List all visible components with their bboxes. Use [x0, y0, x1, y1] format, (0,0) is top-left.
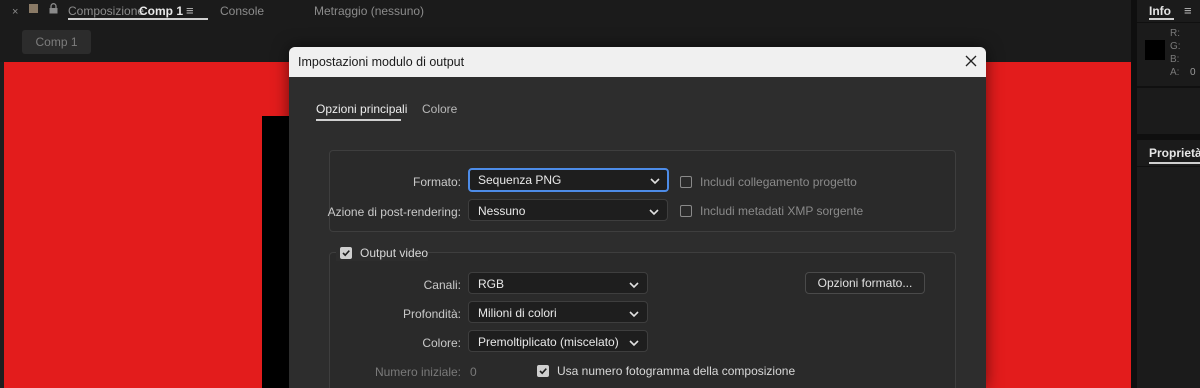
include-project-link-label: Includi collegamento progetto	[700, 175, 857, 189]
include-project-link-checkbox[interactable]	[680, 176, 692, 188]
info-channel-r: R:	[1170, 28, 1180, 39]
depth-value: Milioni di colori	[478, 306, 557, 320]
video-output-label: Output video	[360, 246, 429, 260]
close-panel-icon[interactable]: ×	[12, 6, 18, 18]
channels-value: RGB	[478, 277, 505, 291]
channels-select[interactable]: RGB	[468, 272, 648, 294]
include-xmp-metadata-label: Includi metadati XMP sorgente	[700, 204, 864, 218]
post-render-action-value: Nessuno	[478, 204, 526, 218]
info-menu-icon[interactable]: ≡	[1184, 3, 1192, 18]
lock-icon[interactable]	[49, 3, 58, 14]
format-options-button[interactable]: Opzioni formato...	[805, 272, 925, 294]
post-render-action-label: Azione di post-rendering:	[327, 205, 461, 219]
video-output-checkbox[interactable]	[340, 247, 352, 259]
checkmark-icon	[539, 368, 547, 375]
tab-metraggio[interactable]: Metraggio (nessuno)	[314, 4, 424, 18]
dialog-body: Opzioni principali Colore Formato: Seque…	[289, 77, 986, 388]
composition-tab-title[interactable]: Composizione	[68, 4, 144, 18]
include-xmp-metadata-checkbox[interactable]	[680, 205, 692, 217]
composition-swatch-icon	[29, 4, 38, 13]
format-select[interactable]: Sequenza PNG	[468, 168, 669, 192]
info-panel-title[interactable]: Info	[1149, 4, 1171, 18]
output-module-settings-dialog: Impostazioni modulo di output Opzioni pr…	[289, 47, 986, 388]
panel-splitter[interactable]	[1137, 134, 1200, 140]
format-label: Formato:	[412, 175, 461, 189]
active-tab-indicator	[316, 119, 401, 121]
comp-breadcrumb-chip[interactable]: Comp 1	[22, 30, 91, 54]
dialog-titlebar[interactable]: Impostazioni modulo di output	[289, 47, 986, 77]
properties-panel-title[interactable]: Proprietà:	[1149, 146, 1200, 160]
active-tab-underline	[68, 18, 208, 20]
tab-colore[interactable]: Colore	[422, 102, 457, 116]
chevron-down-icon	[629, 282, 639, 289]
info-panel-bottom-border	[1137, 86, 1200, 88]
right-dock: Info ≡ R: G: B: A: 0 Proprietà:	[1137, 0, 1200, 388]
info-channel-b: B:	[1170, 54, 1180, 65]
dialog-title: Impostazioni modulo di output	[298, 55, 465, 69]
start-number-label: Numero iniziale:	[374, 365, 461, 379]
tab-console[interactable]: Console	[220, 4, 264, 18]
chevron-down-icon	[649, 209, 659, 216]
depth-select[interactable]: Milioni di colori	[468, 301, 648, 323]
properties-tab-underline	[1149, 162, 1200, 164]
dialog-close-button[interactable]	[960, 50, 982, 72]
color-value: Premoltiplicato (miscelato)	[478, 335, 619, 349]
info-alpha-value: 0	[1190, 67, 1196, 78]
info-channel-a: A:	[1170, 67, 1180, 78]
chevron-down-icon	[650, 178, 660, 185]
panel-menu-icon[interactable]: ≡	[186, 3, 194, 18]
post-render-action-select[interactable]: Nessuno	[468, 199, 668, 221]
color-select[interactable]: Premoltiplicato (miscelato)	[468, 330, 648, 352]
chevron-down-icon	[629, 311, 639, 318]
use-comp-frame-number-checkbox[interactable]	[537, 365, 549, 377]
start-number-field[interactable]: 0	[470, 365, 477, 379]
channels-label: Canali:	[423, 278, 461, 292]
color-label: Colore:	[422, 336, 461, 350]
color-sample-swatch	[1145, 40, 1165, 60]
tab-opzioni-principali[interactable]: Opzioni principali	[316, 102, 407, 116]
composition-tab-comp-name[interactable]: Comp 1	[139, 4, 183, 18]
info-tab-underline	[1149, 18, 1174, 20]
format-select-value: Sequenza PNG	[478, 173, 562, 187]
chevron-down-icon	[629, 340, 639, 347]
checkmark-icon	[342, 250, 350, 257]
use-comp-frame-number-label: Usa numero fotogramma della composizione	[557, 364, 796, 378]
info-header-divider	[1137, 22, 1200, 23]
depth-label: Profondità:	[402, 307, 461, 321]
info-channel-g: G:	[1170, 41, 1181, 52]
close-icon	[965, 55, 977, 67]
properties-header-divider	[1137, 166, 1200, 167]
